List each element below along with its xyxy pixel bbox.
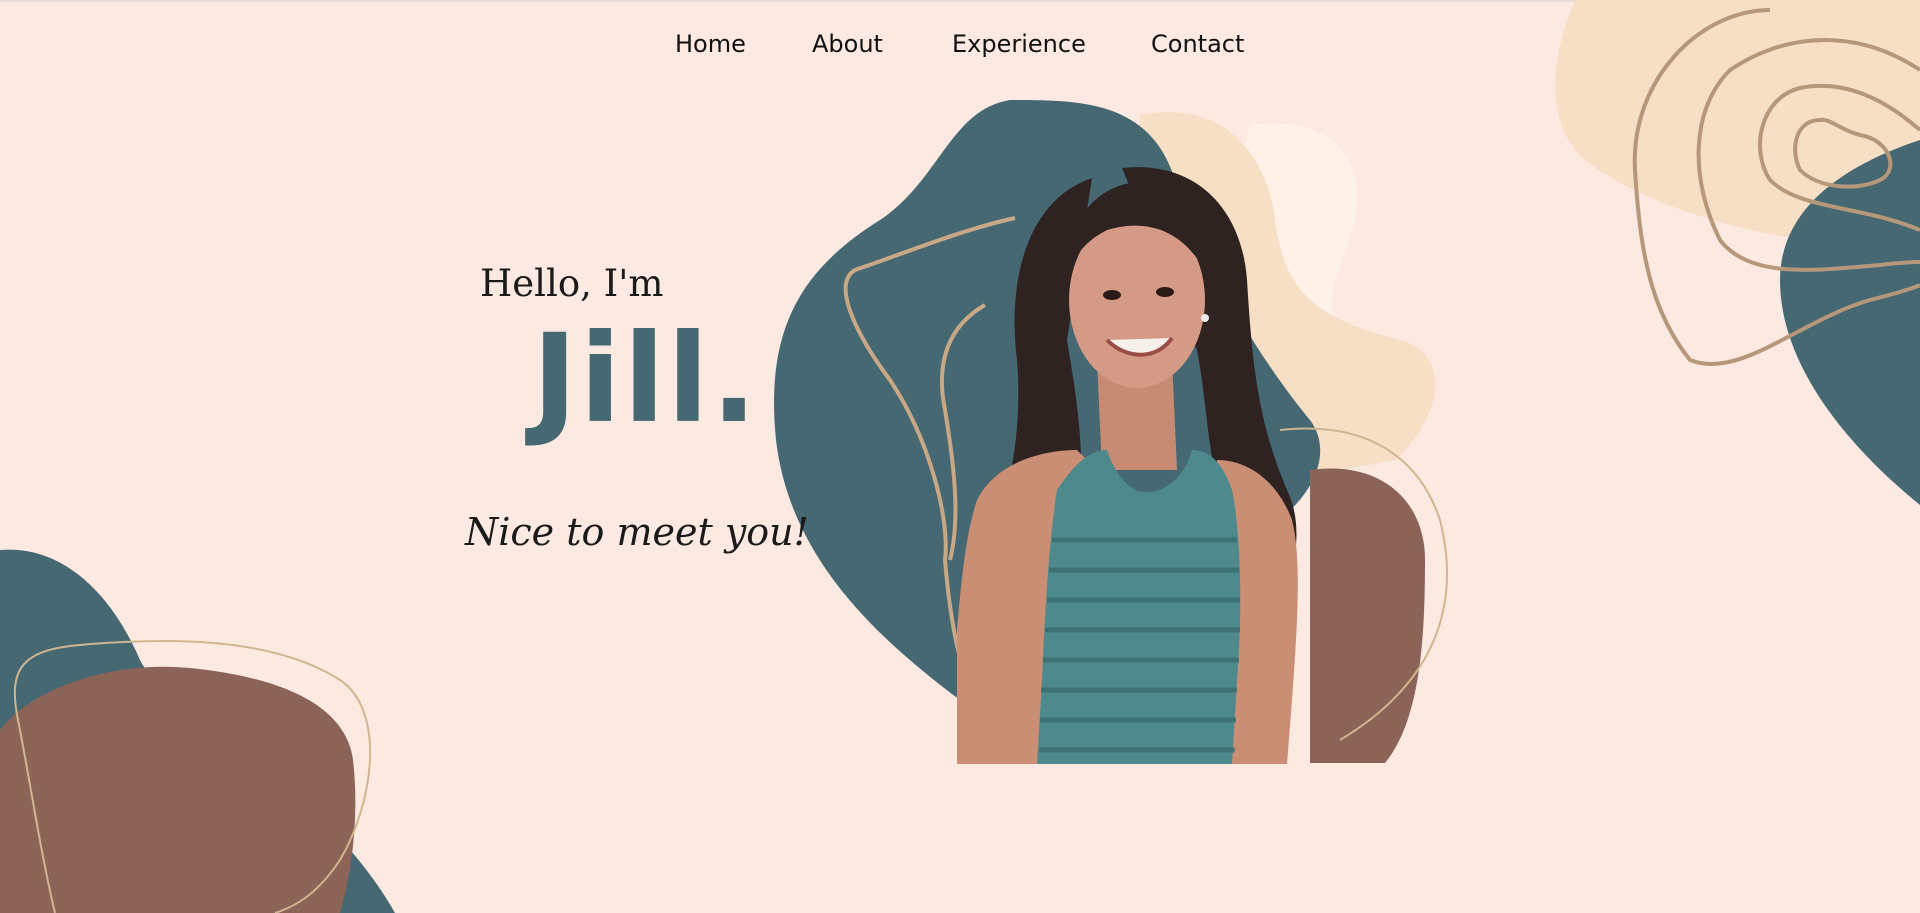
profile-photo (957, 167, 1298, 764)
nav-contact-link[interactable]: Contact (1151, 30, 1244, 58)
top-right-teal-blob (1780, 140, 1920, 505)
hero-greeting: Hello, I'm (480, 262, 664, 305)
top-right-contour-1 (1632, 8, 1920, 367)
nav-home-link[interactable]: Home (675, 30, 746, 58)
top-border (0, 0, 1920, 2)
top-right-contour-3 (1758, 83, 1920, 232)
nav-about-link[interactable]: About (812, 30, 883, 58)
nav-experience-link[interactable]: Experience (952, 30, 1086, 58)
top-right-sand-blob (1555, 0, 1920, 250)
top-right-contour-4 (1793, 117, 1893, 189)
hero-tagline: Nice to meet you! (465, 510, 809, 554)
bottom-left-outline (13, 639, 372, 913)
top-right-contour-2 (1696, 38, 1920, 272)
hero-name: Jill. (532, 308, 760, 450)
bottom-left-teal-blob (0, 549, 395, 913)
bottom-left-brown-blob (0, 666, 356, 913)
